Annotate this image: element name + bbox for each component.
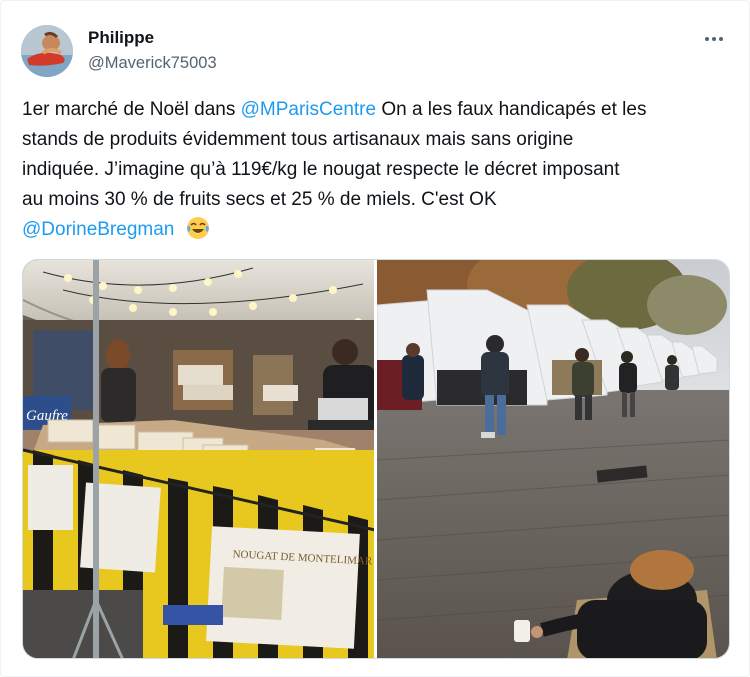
tweet-text-line-5: @DorineBregman — [22, 215, 734, 245]
media-grid: Gaufre NOUGAT DE MONTELIMAR — [22, 259, 730, 659]
photo-market-stall[interactable]: Gaufre NOUGAT DE MONTELIMAR — [23, 260, 374, 658]
more-icon[interactable] — [701, 29, 727, 49]
author-handle[interactable]: @Maverick75003 — [88, 54, 217, 73]
author-name[interactable]: Philippe — [88, 28, 154, 48]
tweet-text: 1er marché de Noël dans @MParisCentre On… — [22, 95, 734, 245]
tweet-text-line-4: au moins 30 % de fruits secs et 25 % de … — [22, 189, 497, 210]
mention-mpariscentre[interactable]: @MParisCentre — [241, 99, 376, 120]
avatar[interactable] — [21, 25, 73, 77]
photo-street-market[interactable] — [377, 260, 729, 658]
tweet-text-line-2: stands de produits évidemment tous artis… — [22, 129, 574, 150]
mention-dorinebregman[interactable]: @DorineBregman — [22, 219, 174, 240]
tweet-text-segment: 1er marché de Noël dans — [22, 99, 241, 120]
tweet-text-line-3: indiquée. J’imagine qu’à 119€/kg le noug… — [22, 159, 620, 180]
tweet-text-line-1: 1er marché de Noël dans @MParisCentre On… — [22, 95, 734, 125]
tweet-card[interactable]: Philippe @Maverick75003 1er marché de No… — [0, 0, 750, 677]
emoji-icon — [186, 216, 210, 240]
tweet-text-segment: On a les faux handicapés et les — [376, 99, 647, 120]
